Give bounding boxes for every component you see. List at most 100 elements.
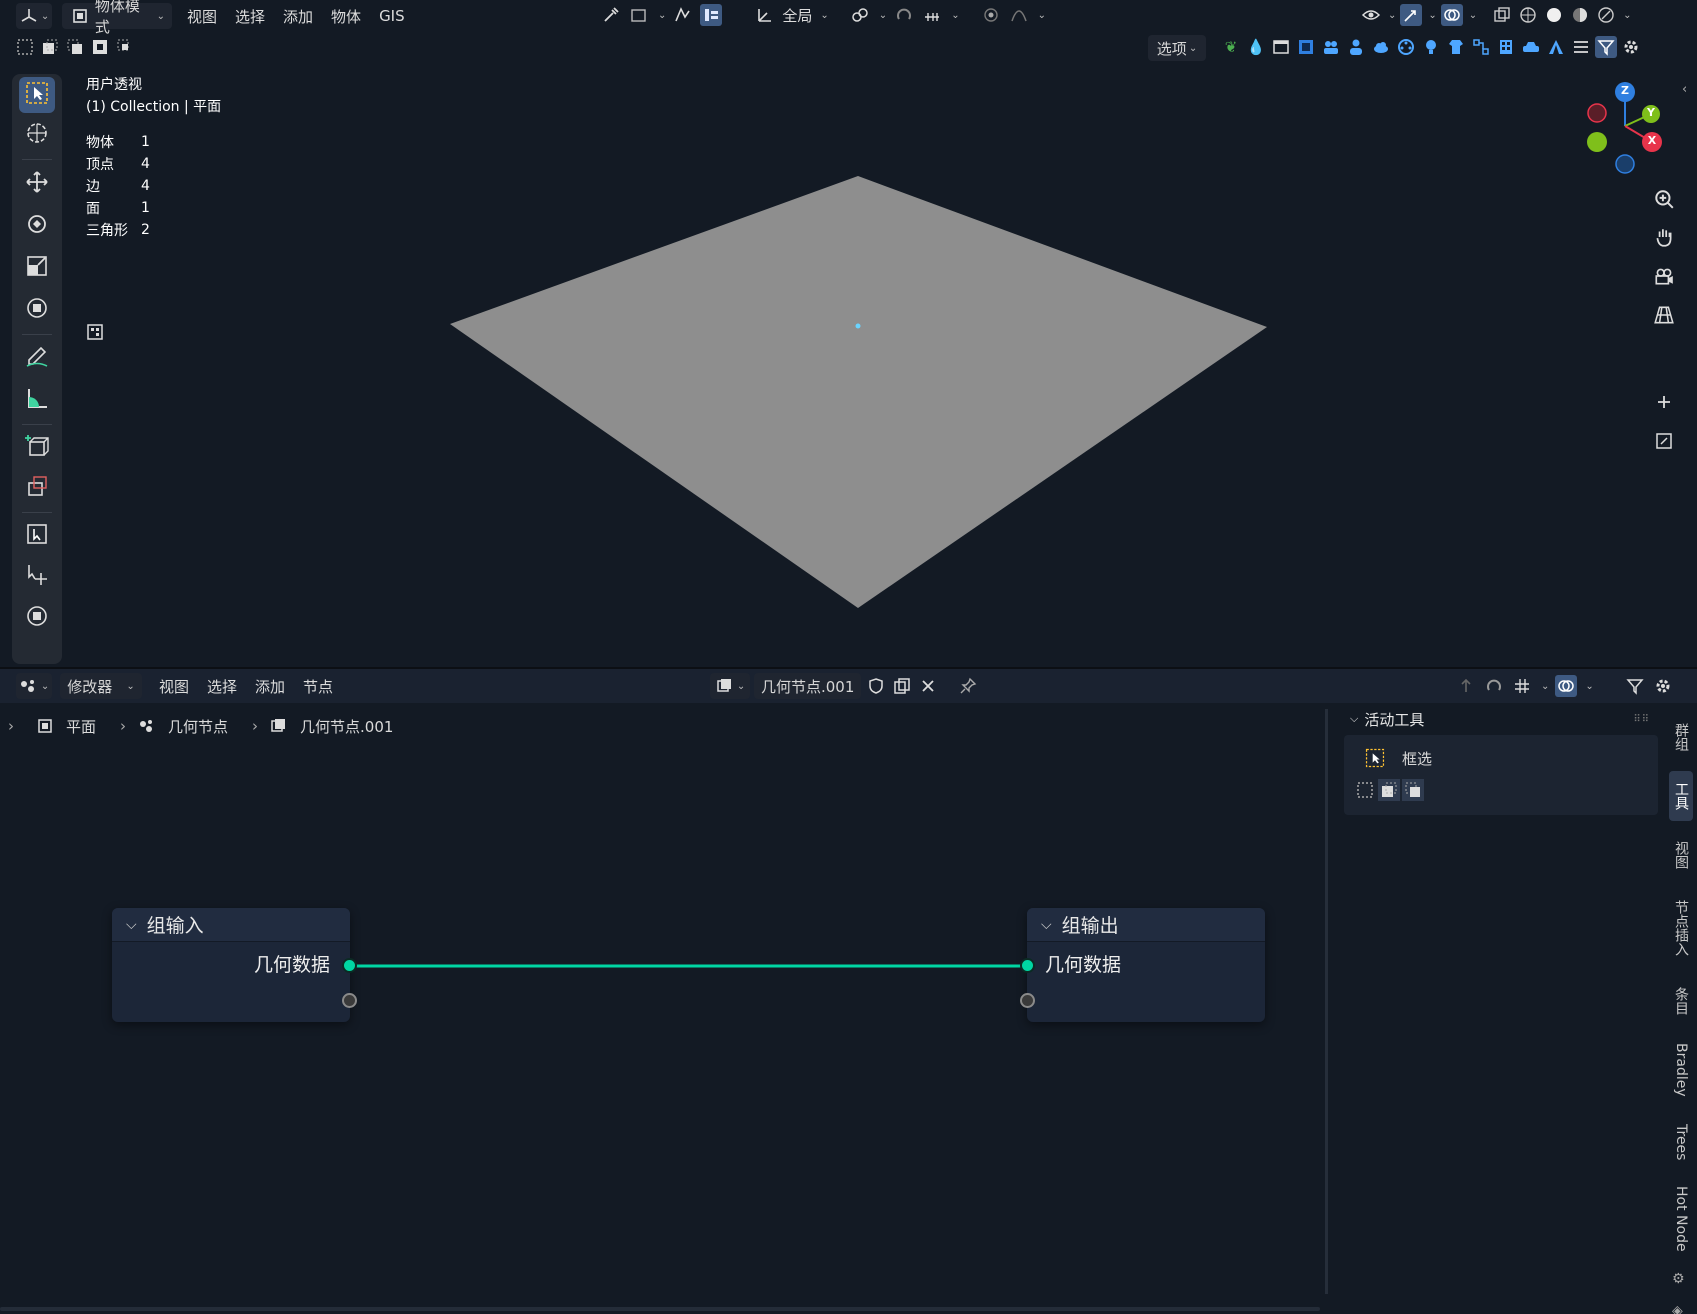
tent-icon[interactable] [1545,36,1567,58]
cloud-icon[interactable] [1370,36,1392,58]
tool-transform-2[interactable] [19,600,55,636]
tab-hot-node[interactable]: Hot Node [1669,1179,1693,1259]
film-reel-icon[interactable] [1395,36,1417,58]
visibility-eye-icon[interactable] [1360,4,1382,26]
tab-tool[interactable]: 工具 [1669,771,1693,821]
active-tool-row[interactable]: 框选 [1360,743,1432,773]
eyedropper-icon[interactable] [600,4,622,26]
tool-geometry-select[interactable] [19,518,55,554]
menu-select[interactable]: 选择 [226,3,274,29]
proportional-edit-icon[interactable] [980,4,1002,26]
menu-add[interactable]: 添加 [274,3,322,29]
group-input-header[interactable]: ⌵ 组输入 [112,908,350,942]
snap-increment-icon[interactable] [921,4,943,26]
select-extend-icon[interactable] [39,36,61,58]
overlay-toggle-icon[interactable] [1440,4,1463,26]
rendered-shading-icon[interactable] [1595,4,1617,26]
select-invert-icon[interactable] [89,36,111,58]
camera-view-icon[interactable] [1650,262,1678,290]
menu-view[interactable]: 视图 [178,3,226,29]
wireframe-shading-icon[interactable] [1517,4,1539,26]
settings-gear-icon[interactable] [1620,36,1642,58]
mode-selector[interactable]: 物体模式 ⌄ [62,0,172,36]
sidebar-toggle-chevron-icon[interactable]: ‹ [1682,82,1687,97]
water-drop-icon[interactable]: 💧 [1245,36,1267,58]
select-subtract-icon[interactable] [64,36,86,58]
car-icon[interactable] [1520,36,1542,58]
transform-orientation-icon[interactable] [754,4,776,26]
collapse-chevron-icon[interactable]: ⌵ [126,917,137,933]
menu-gis[interactable]: GIS [370,3,414,29]
snap-magnet-icon[interactable] [893,4,915,26]
falloff-icon[interactable] [1008,4,1030,26]
tab-extra-icon[interactable]: ⚙ [1672,1271,1685,1287]
pan-hand-icon[interactable] [1650,223,1678,251]
3d-viewport[interactable]: ⌄ 物体模式 ⌄ 视图 选择 添加 物体 GIS ⌄ 全局 ⌄ ⌄ ⌄ ⌄ ⌄ … [0,0,1697,667]
sidebar-select-subtract-icon[interactable] [1402,779,1424,801]
transform-orientation-label[interactable]: 全局 [782,5,812,26]
material-preview-icon[interactable] [1569,4,1591,26]
tshirt-icon[interactable] [1445,36,1467,58]
perspective-grid-icon[interactable] [1650,301,1678,329]
tool-select-box[interactable] [19,77,55,113]
tab-node-wrangler[interactable]: 节点插入 [1669,889,1693,967]
tab-view[interactable]: 视图 [1669,831,1693,879]
pivot-icon[interactable] [628,4,650,26]
tool-transform[interactable] [19,292,55,328]
snap-target-icon[interactable] [849,4,871,26]
xray-icon[interactable] [1491,4,1513,26]
sidebar-resize-handle[interactable] [1325,709,1328,1294]
geometry-node-editor[interactable]: ⌄ 修改器 ⌄ 视图 选择 添加 节点 ⌄ 几何节点.001 ⌄ ⌄ › 平面 … [0,667,1697,1314]
tool-rotate[interactable] [19,208,55,244]
group-output-node[interactable]: ⌵ 组输出 几何数据 [1020,908,1265,1022]
selectability-icon[interactable] [672,4,694,26]
crowd-icon[interactable] [1320,36,1342,58]
window-icon[interactable] [1270,36,1292,58]
group-output-header[interactable]: ⌵ 组输出 [1027,908,1265,942]
select-new-icon[interactable] [14,36,36,58]
lightbulb-icon[interactable] [1420,36,1442,58]
tab-group[interactable]: 群组 [1669,713,1693,761]
horizontal-scrollbar[interactable] [0,1307,1320,1311]
sidebar-select-extend-icon[interactable] [1378,779,1400,801]
tab-extra-diamond-icon[interactable]: ◈ [1672,1303,1683,1314]
parent-node-tree-icon[interactable] [1455,675,1477,697]
tool-scale[interactable] [19,250,55,286]
nodes-icon[interactable] [1470,36,1492,58]
editor-type-button[interactable]: ⌄ [16,3,52,29]
tool-add-cube[interactable] [19,430,55,466]
node-snap-grid-icon[interactable] [1511,675,1533,697]
menu-object[interactable]: 物体 [322,3,370,29]
tool-add-object[interactable] [19,470,55,506]
group-output-geometry-socket[interactable] [1020,958,1035,973]
building-icon[interactable] [1495,36,1517,58]
tab-trees[interactable]: Trees [1669,1115,1693,1169]
zoom-icon[interactable] [1650,185,1678,213]
node-overlay-icon[interactable] [1555,675,1578,697]
group-output-empty-socket[interactable] [1020,993,1035,1008]
tool-measure[interactable] [19,382,55,418]
filter-icon[interactable] [1595,36,1617,58]
add-plus-icon[interactable] [1650,388,1678,416]
leaf-icon[interactable]: ❦ [1220,36,1242,58]
active-tool-panel-header[interactable]: ⌵ 活动工具 ⠿⠿ [1340,703,1658,735]
outliner-sync-icon[interactable] [700,4,723,26]
list-icon[interactable] [1570,36,1592,58]
person-icon[interactable] [1345,36,1367,58]
select-intersect-icon[interactable] [114,36,136,58]
collapse-chevron-icon[interactable]: ⌵ [1041,917,1052,933]
node-settings-gear-icon[interactable] [1652,675,1674,697]
tab-bradley[interactable]: Bradley [1669,1035,1693,1105]
image-plane-icon[interactable] [1295,36,1317,58]
tool-move[interactable] [19,166,55,202]
drag-grip-icon[interactable]: ⠿⠿ [1633,714,1650,725]
node-filter-icon[interactable] [1624,675,1646,697]
group-input-empty-socket[interactable] [342,993,357,1008]
tool-annotate[interactable] [19,340,55,376]
tool-select-move[interactable] [19,558,55,594]
options-dropdown[interactable]: 选项 ⌄ [1148,35,1206,61]
solid-shading-icon[interactable] [1543,4,1565,26]
gizmo-toggle-icon[interactable] [1400,4,1423,26]
group-input-geometry-socket[interactable] [342,958,357,973]
node-snap-icon[interactable] [1483,675,1505,697]
